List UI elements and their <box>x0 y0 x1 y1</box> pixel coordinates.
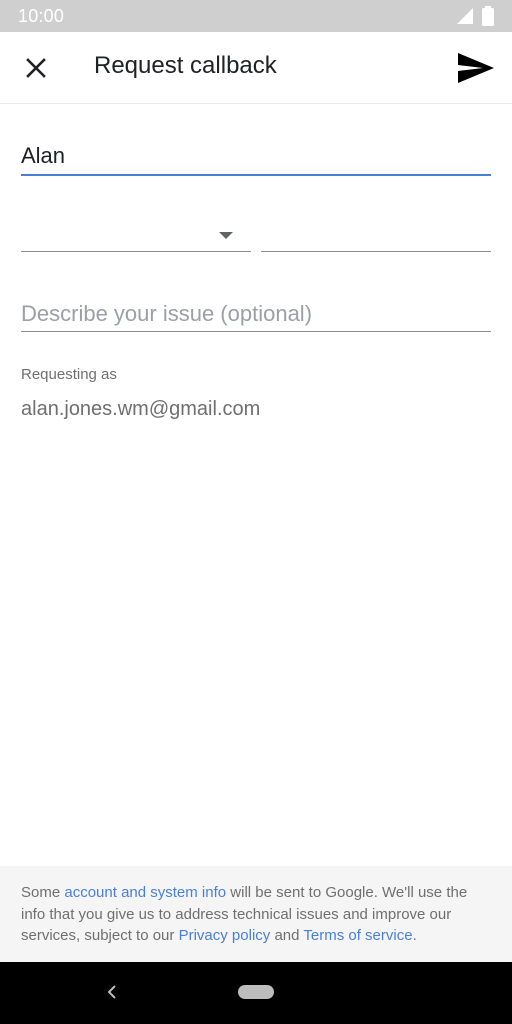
requesting-email: alan.jones.wm@gmail.com <box>21 398 261 420</box>
footer-text-3: and <box>270 927 304 944</box>
back-button[interactable] <box>100 980 124 1004</box>
phone-number-field[interactable] <box>261 214 491 252</box>
home-button[interactable] <box>238 985 274 999</box>
status-icons <box>456 6 494 26</box>
page-title: Request callback <box>94 52 277 79</box>
name-input[interactable] <box>21 140 491 172</box>
send-icon <box>458 53 494 83</box>
signal-icon <box>457 8 473 24</box>
country-code-select[interactable] <box>21 214 251 252</box>
close-icon <box>26 58 46 78</box>
send-button[interactable] <box>452 46 500 90</box>
app-bar: Request callback <box>0 32 512 104</box>
status-time: 10:00 <box>18 5 65 26</box>
dropdown-arrow-icon <box>219 232 233 239</box>
navigation-bar <box>0 962 512 1024</box>
footer-disclaimer: Some account and system info will be sen… <box>0 866 512 962</box>
footer-text-1: Some <box>21 884 65 901</box>
name-field[interactable] <box>21 136 491 176</box>
account-system-info-link[interactable]: account and system info <box>64 884 226 901</box>
terms-of-service-link[interactable]: Terms of service <box>303 927 412 944</box>
issue-input[interactable] <box>21 298 491 330</box>
privacy-policy-link[interactable]: Privacy policy <box>179 927 271 944</box>
issue-field[interactable] <box>21 294 491 332</box>
footer-text-4: . <box>412 927 417 944</box>
close-button[interactable] <box>16 48 56 88</box>
requesting-as-label: Requesting as <box>21 366 117 383</box>
back-icon <box>107 985 116 999</box>
battery-icon <box>482 6 494 26</box>
status-bar: 10:00 <box>0 0 512 32</box>
